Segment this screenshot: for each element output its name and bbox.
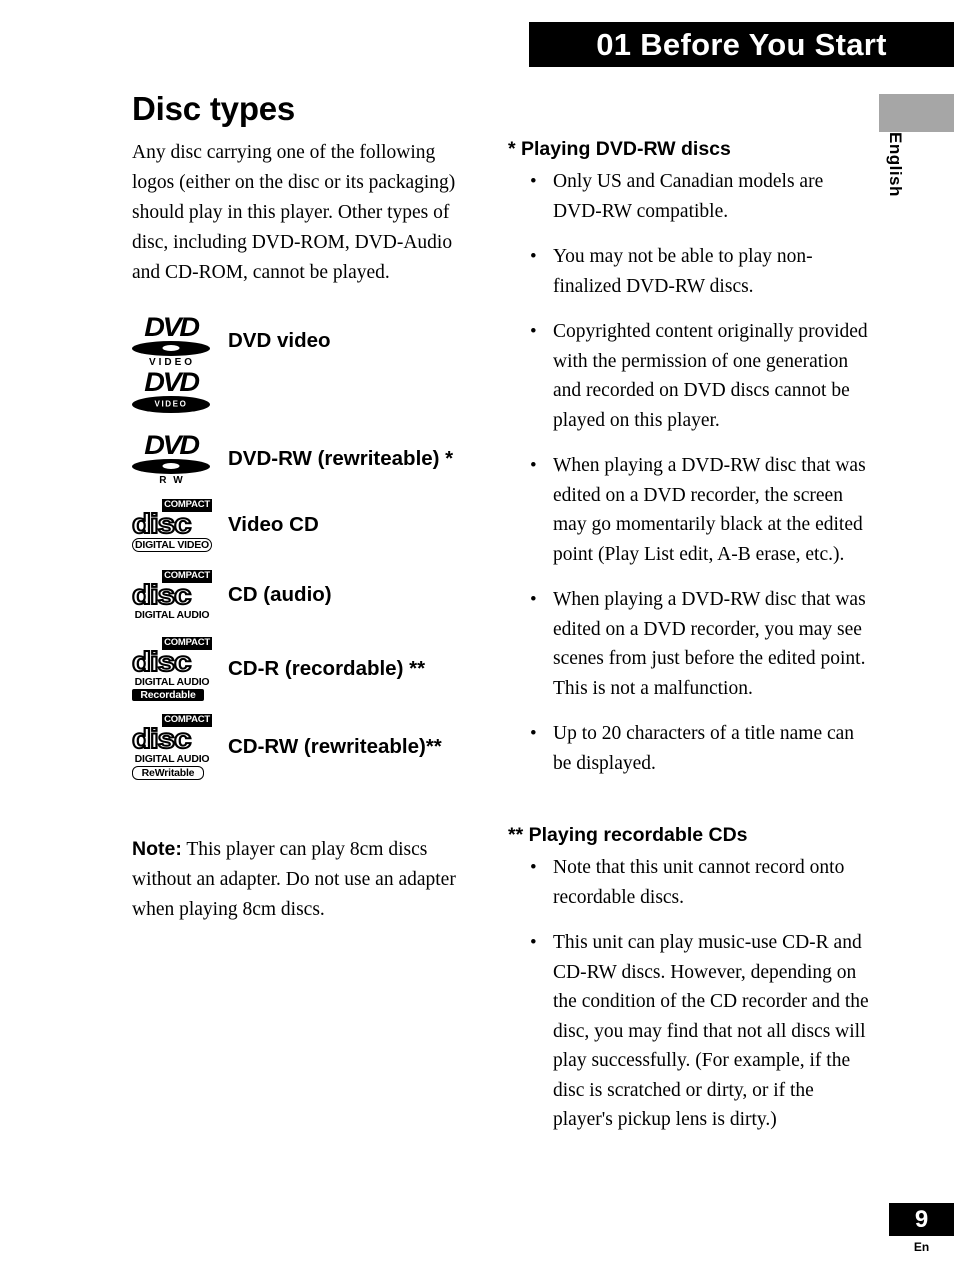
cd-audio-logo-icon: COMPACT disc DIGITAL AUDIO	[131, 569, 212, 621]
language-tab-marker	[879, 94, 954, 132]
logo-cell: COMPACT disc DIGITAL AUDIO ReWritable	[131, 714, 228, 780]
disc-logo-label: Video CD	[228, 513, 319, 536]
note-block: Note: This player can play 8cm discs wit…	[132, 834, 467, 925]
cd-format-bar: DIGITAL AUDIO	[134, 676, 210, 688]
note-lead-label: Note:	[132, 838, 182, 860]
disc-logo-row: COMPACT disc DIGITAL AUDIO Recordable CD…	[131, 630, 467, 708]
disc-logo-row: DVD R W DVD-RW (rewriteable) *	[132, 428, 467, 490]
bullet-dot-icon: •	[530, 171, 537, 192]
logo-cell: DVD R W	[132, 429, 228, 486]
page-number-badge: 9	[889, 1203, 954, 1236]
dvd-rw-logo-icon: DVD R W	[132, 429, 210, 486]
list-item: • Only US and Canadian models are DVD-RW …	[530, 167, 870, 226]
list-item-text: When playing a DVD-RW disc that was edit…	[553, 589, 866, 699]
bullet-dot-icon: •	[530, 321, 537, 342]
list-item: • You may not be able to play non-finaliz…	[530, 242, 870, 301]
cd-rewritable-badge: ReWritable	[132, 766, 204, 780]
dvd-wordmark: DVD	[144, 366, 200, 397]
section-heading-recordable-cds: ** Playing recordable CDs	[508, 824, 748, 846]
page-title: Disc types	[132, 90, 296, 127]
cd-disc-wordmark: disc	[131, 723, 193, 754]
bullet-dot-icon: •	[530, 723, 537, 744]
disc-logo-list: DVD VIDEO DVD video DVD VIDEO DVD R W DV…	[131, 311, 467, 786]
list-item: • Note that this unit cannot record onto …	[530, 853, 870, 912]
dvd-disc-hub	[162, 463, 180, 469]
cd-r-logo-icon: COMPACT disc DIGITAL AUDIO Recordable	[131, 637, 212, 701]
cd-format-bar: DIGITAL AUDIO	[134, 608, 210, 621]
cd-recordable-badge: Recordable	[132, 689, 204, 701]
cd-rw-logo-icon: COMPACT disc DIGITAL AUDIO ReWritable	[131, 714, 212, 780]
dvd-disc-shape	[132, 458, 210, 474]
bullet-dot-icon: •	[530, 455, 537, 476]
list-item: • This unit can play music-use CD-R and C…	[530, 928, 870, 1135]
chapter-header-banner: 01 Before You Start	[529, 22, 954, 67]
dvd-disc-shape: VIDEO	[132, 395, 210, 413]
intro-paragraph: Any disc carrying one of the following l…	[132, 142, 456, 283]
disc-logo-row: DVD VIDEO	[132, 368, 467, 414]
cd-disc-wordmark: disc	[131, 646, 193, 677]
cd-format-bar: DIGITAL VIDEO	[132, 537, 212, 552]
disc-logo-label: CD-RW (rewriteable)**	[228, 735, 442, 758]
bullet-dot-icon: •	[530, 246, 537, 267]
list-item-text: This unit can play music-use CD-R and CD…	[553, 932, 869, 1130]
dvd-disc-inner-label: VIDEO	[154, 399, 188, 409]
list-item-text: Up to 20 characters of a title name can …	[553, 723, 855, 774]
list-item: • When playing a DVD-RW disc that was edi…	[530, 585, 870, 703]
right-column: * Playing DVD-RW discs • Only US and Cana…	[508, 138, 870, 1135]
logo-cell: DVD VIDEO	[132, 366, 228, 413]
disc-logo-label: DVD video	[228, 329, 331, 352]
logo-cell: COMPACT disc DIGITAL AUDIO	[131, 569, 228, 621]
list-item-text: Only US and Canadian models are DVD-RW c…	[553, 171, 824, 222]
bullet-dot-icon: •	[530, 589, 537, 610]
disc-logo-row: COMPACT disc DIGITAL AUDIO ReWritable CD…	[131, 708, 467, 786]
bullet-dot-icon: •	[530, 857, 537, 878]
dvd-disc-shape	[132, 340, 210, 356]
cd-format-bar: DIGITAL AUDIO	[134, 753, 210, 765]
disc-logo-row: COMPACT disc DIGITAL AUDIO CD (audio)	[131, 560, 467, 630]
dvd-video-logo-icon: DVD VIDEO	[132, 311, 210, 368]
list-item-text: When playing a DVD-RW disc that was edit…	[553, 455, 866, 565]
disc-logo-row: COMPACT disc DIGITAL VIDEO Video CD	[131, 490, 467, 560]
bullet-list-dvd-rw: • Only US and Canadian models are DVD-RW …	[508, 167, 870, 778]
bullet-list-recordable-cds: • Note that this unit cannot record onto …	[508, 853, 870, 1135]
page-language-code: En	[913, 1240, 930, 1254]
list-item-text: Note that this unit cannot record onto r…	[553, 857, 845, 908]
bullet-dot-icon: •	[530, 932, 537, 953]
logo-cell: DVD VIDEO	[132, 311, 228, 368]
disc-logo-row: DVD VIDEO DVD video	[132, 311, 467, 368]
disc-logo-label: CD (audio)	[228, 583, 332, 606]
language-tab-label: English	[886, 132, 905, 197]
dvd-wordmark: DVD	[144, 429, 200, 460]
list-item-text: Copyrighted content originally provided …	[553, 321, 868, 431]
list-item: • Copyrighted content originally provided…	[530, 317, 870, 435]
dvd-video-alt-logo-icon: DVD VIDEO	[132, 366, 210, 413]
dvd-sublabel: R W	[159, 474, 185, 486]
video-cd-logo-icon: COMPACT disc DIGITAL VIDEO	[131, 498, 212, 552]
chapter-header-title: 01 Before You Start	[596, 26, 887, 62]
dvd-disc-hub	[162, 345, 180, 351]
disc-logo-label: DVD-RW (rewriteable) *	[228, 447, 454, 470]
cd-disc-wordmark: disc	[131, 507, 193, 539]
left-column: Disc types Any disc carrying one of the …	[131, 90, 467, 925]
cd-disc-wordmark: disc	[131, 578, 193, 610]
section-heading-dvd-rw: * Playing DVD-RW discs	[508, 138, 731, 160]
logo-cell: COMPACT disc DIGITAL VIDEO	[131, 498, 228, 552]
logo-cell: COMPACT disc DIGITAL AUDIO Recordable	[131, 637, 228, 701]
disc-logo-label: CD-R (recordable) **	[228, 657, 426, 680]
list-item: • Up to 20 characters of a title name can…	[530, 719, 870, 778]
list-item-text: You may not be able to play non-finalize…	[553, 246, 813, 297]
list-item: • When playing a DVD-RW disc that was edi…	[530, 451, 870, 569]
dvd-wordmark: DVD	[144, 311, 200, 342]
